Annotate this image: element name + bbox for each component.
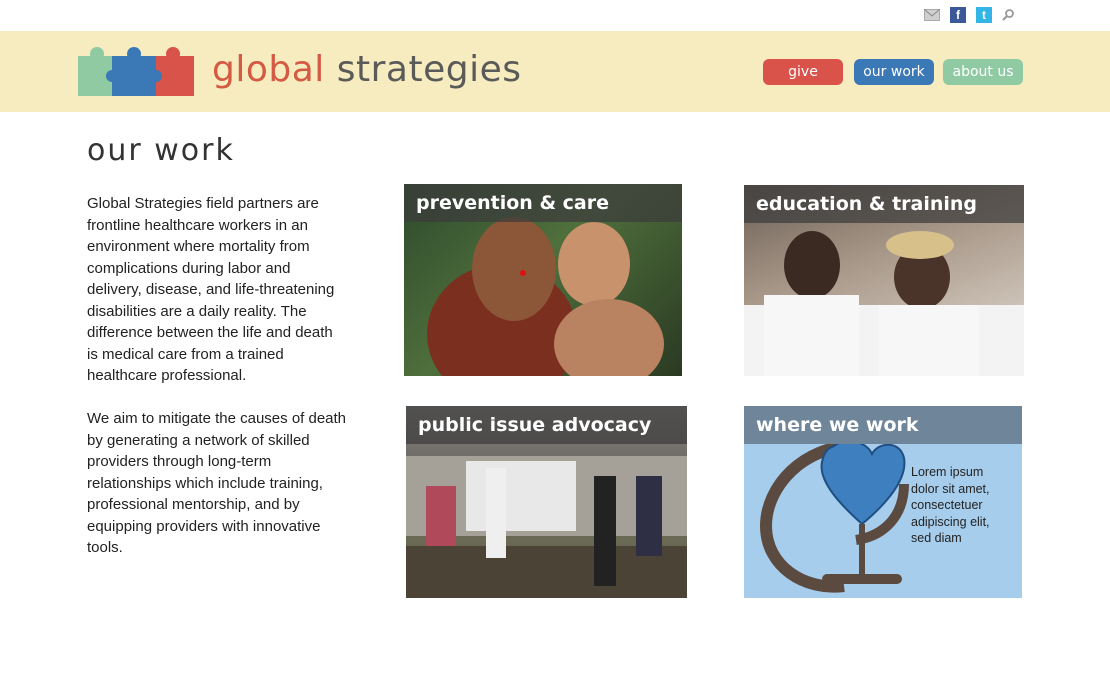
intro-text: Global Strategies field partners are fro… [87,193,347,580]
page-title: our work [87,133,235,168]
search-icon[interactable] [1000,7,1016,23]
puzzle-logo-icon[interactable] [76,42,196,98]
facebook-icon[interactable]: f [950,7,966,23]
card-label: public issue advocacy [406,406,687,444]
card-description: Lorem ipsum dolor sit amet, consectetuer… [911,465,990,545]
card-where-we-work[interactable]: where we work Lorem ipsum dolor sit amet… [744,406,1022,598]
brand-word-global: global [212,49,325,90]
mail-icon[interactable] [924,7,940,23]
card-public-issue-advocacy[interactable]: public issue advocacy [406,406,687,598]
card-prevention-care[interactable]: prevention & care [404,184,682,376]
intro-paragraph: Global Strategies field partners are fro… [87,195,335,384]
site-header: global strategies give our work about us [0,31,1110,112]
card-label: prevention & care [404,184,682,222]
nav-give-button[interactable]: give [763,59,843,85]
nav-about-us-button[interactable]: about us [943,59,1023,85]
utility-bar: f t [0,0,1110,31]
intro-paragraph: We aim to mitigate the causes of death b… [87,410,347,556]
card-label: where we work [744,406,1022,444]
nav-our-work-button[interactable]: our work [854,59,934,85]
card-label: education & training [744,185,1024,223]
twitter-icon[interactable]: t [976,7,992,23]
brand-name[interactable]: global strategies [212,49,522,90]
card-education-training[interactable]: education & training [744,185,1024,376]
brand-word-strategies: strategies [336,49,522,90]
